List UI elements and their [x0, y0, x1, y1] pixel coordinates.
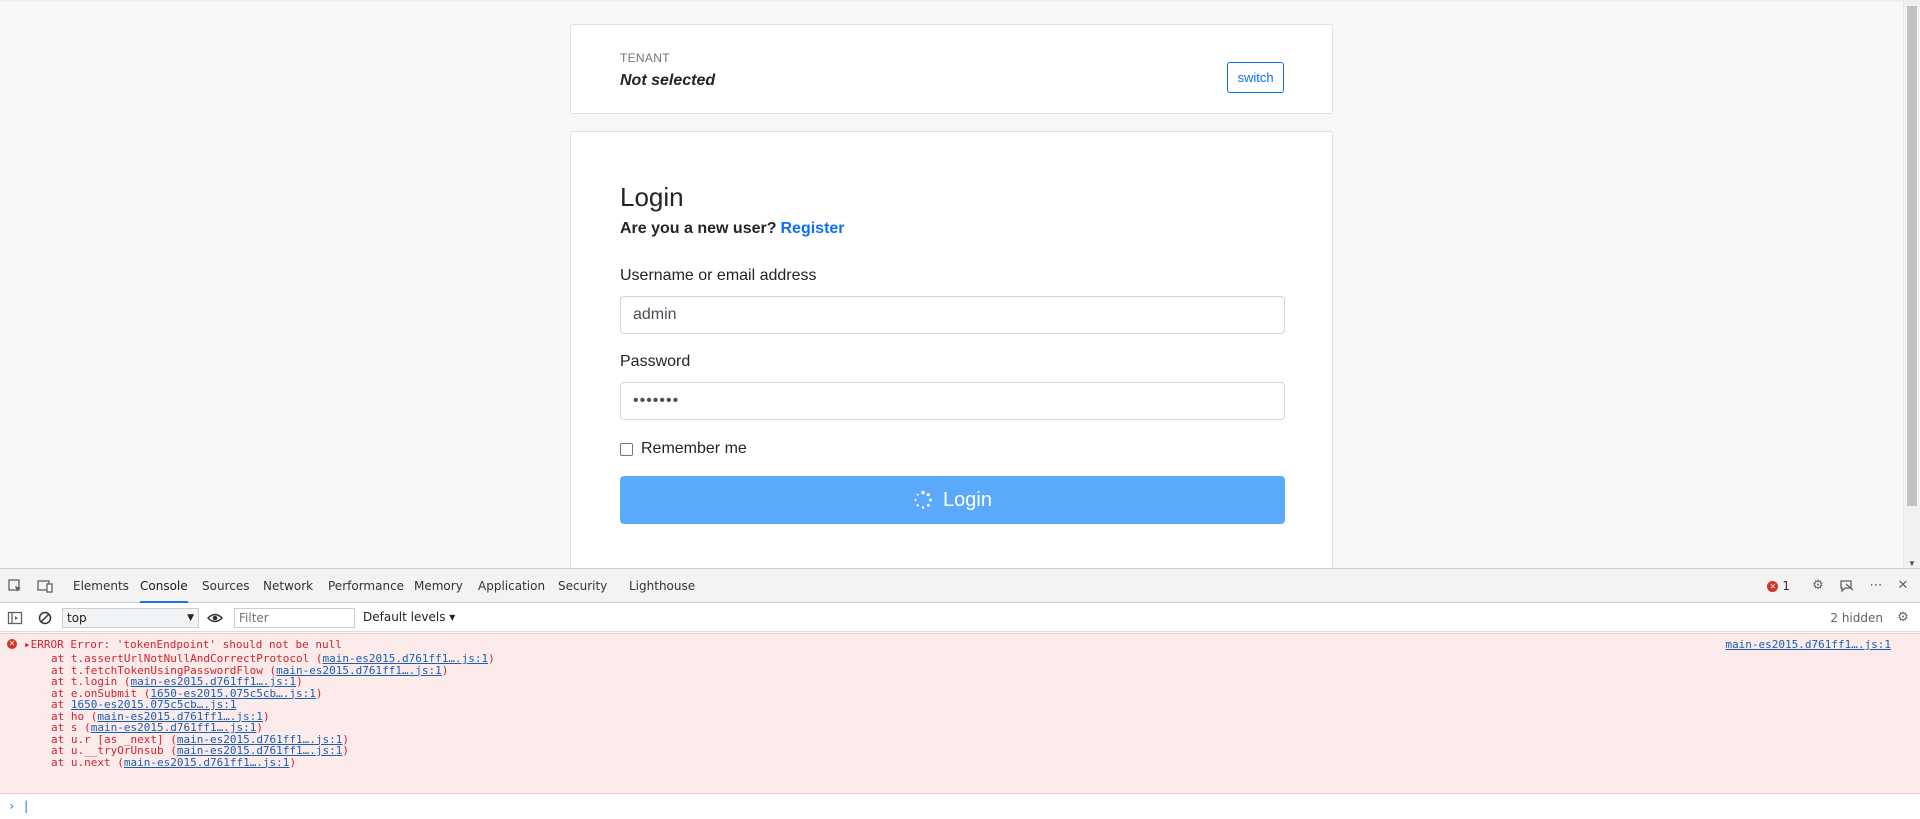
stack-frame-text: at u.next (	[51, 755, 124, 769]
devtools-panel: Elements Console Sources Network Perform…	[0, 568, 1920, 819]
tab-memory[interactable]: Memory	[414, 569, 463, 603]
console-error-message: ✕ ▸ERROR Error: 'tokenEndpoint' should n…	[0, 633, 1920, 794]
error-source-link[interactable]: main-es2015.d761ff1….js:1	[1725, 638, 1891, 651]
password-input[interactable]	[620, 382, 1285, 420]
login-button-label: Login	[943, 488, 992, 511]
expand-triangle-icon[interactable]: ▸	[24, 638, 31, 651]
register-link[interactable]: Register	[781, 220, 845, 237]
page-title: Login	[620, 182, 684, 212]
devtools-tabbar: Elements Console Sources Network Perform…	[0, 569, 1920, 603]
chevron-down-icon: ▼	[187, 613, 194, 623]
tenant-value: Not selected	[620, 72, 716, 89]
page-scrollbar[interactable]: ▼	[1903, 2, 1920, 568]
tab-network[interactable]: Network	[263, 569, 313, 603]
new-user-text: Are you a new user?	[620, 220, 777, 237]
spinner-icon	[914, 490, 933, 509]
sidebar-toggle-icon[interactable]	[7, 610, 23, 626]
tenant-card: TENANT Not selected switch	[570, 24, 1333, 114]
stack-frame-suffix: )	[262, 709, 270, 723]
error-count-badge[interactable]: ✕ 1	[1767, 579, 1790, 593]
context-value: top	[67, 611, 87, 625]
inspect-element-icon[interactable]	[7, 578, 23, 594]
username-label: Username or email address	[620, 267, 817, 284]
eye-icon[interactable]	[207, 610, 223, 626]
filter-input[interactable]	[234, 608, 355, 628]
log-levels-dropdown[interactable]: Default levels ▾	[363, 610, 455, 624]
error-headline[interactable]: ▸ERROR Error: 'tokenEndpoint' should not…	[24, 638, 342, 651]
password-label: Password	[620, 353, 691, 370]
stack-frame-suffix: )	[342, 744, 350, 757]
error-icon: ✕	[1767, 580, 1779, 592]
tab-sources[interactable]: Sources	[202, 569, 249, 603]
remember-me-row: Remember me	[620, 440, 747, 458]
prompt-chevron-icon: ›	[8, 799, 16, 813]
stack-trace-line: at u.next (main-es2015.d761ff1….js:1)	[51, 756, 296, 769]
scroll-down-icon[interactable]: ▼	[1908, 559, 1916, 568]
hidden-count[interactable]: 2 hidden	[1830, 611, 1883, 625]
login-submit-button[interactable]: Login	[620, 476, 1285, 524]
remember-me-checkbox[interactable]	[620, 442, 633, 456]
device-toolbar-icon[interactable]	[37, 578, 53, 594]
stack-frame-suffix: )	[488, 652, 495, 665]
username-input[interactable]	[620, 296, 1285, 334]
login-card: Login Are you a new user? Register Userna…	[570, 131, 1333, 568]
page-viewport: TENANT Not selected switch Login Are you…	[0, 0, 1920, 568]
context-selector[interactable]: top ▼	[62, 608, 199, 628]
switch-tenant-button[interactable]: switch	[1227, 62, 1284, 93]
error-circle-icon: ✕	[7, 639, 17, 649]
tenant-label: TENANT	[620, 51, 670, 65]
error-count: 1	[1782, 579, 1790, 593]
feedback-icon[interactable]	[1839, 578, 1855, 594]
scrollbar-thumb[interactable]	[1907, 6, 1917, 506]
console-prompt[interactable]: › |	[8, 799, 30, 813]
tab-console[interactable]: Console	[140, 569, 188, 603]
tab-application[interactable]: Application	[478, 569, 545, 603]
stack-frame-suffix: )	[289, 755, 297, 769]
tab-security[interactable]: Security	[558, 569, 607, 603]
console-settings-gear-icon[interactable]: ⚙	[1895, 610, 1911, 626]
gear-icon[interactable]: ⚙	[1810, 578, 1826, 594]
clear-console-icon[interactable]	[37, 610, 53, 626]
new-user-prompt: Are you a new user? Register	[620, 220, 845, 238]
console-toolbar: top ▼ Default levels ▾ 2 hidden ⚙	[0, 604, 1920, 632]
tab-elements[interactable]: Elements	[73, 569, 129, 603]
close-icon[interactable]: ✕	[1895, 578, 1911, 594]
tab-performance[interactable]: Performance	[328, 569, 404, 603]
remember-me-label: Remember me	[641, 440, 747, 457]
tab-lighthouse[interactable]: Lighthouse	[629, 569, 695, 603]
error-text: ERROR Error: 'tokenEndpoint' should not …	[30, 638, 342, 651]
stack-frame-suffix: )	[315, 686, 323, 700]
stack-frame-suffix: )	[441, 663, 449, 677]
stack-frame-link[interactable]: main-es2015.d761ff1….js:1	[124, 756, 290, 769]
more-options-icon[interactable]: ⋯	[1868, 578, 1884, 594]
